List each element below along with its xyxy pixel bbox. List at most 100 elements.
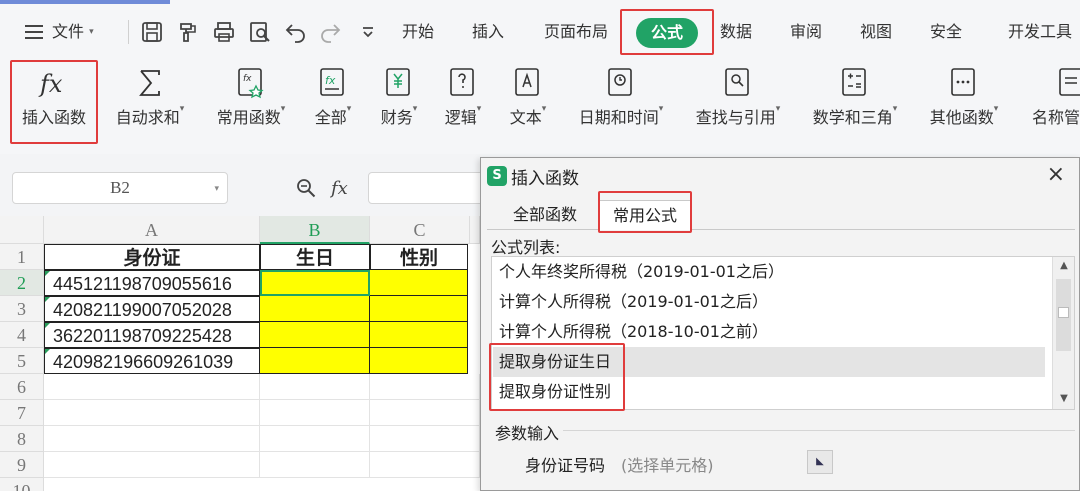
cell-b6[interactable] [260,374,370,400]
cell-c7[interactable] [370,400,480,426]
common-functions-button[interactable]: fx 常用函数▾ [206,62,296,154]
all-functions-icon: fx [316,66,350,100]
all-functions-button[interactable]: fx 全部▾ [306,62,360,154]
cell-a2[interactable]: 445121198709055616 [44,270,260,296]
cell-a3[interactable]: 420821199007052028 [44,296,260,322]
select-range-icon[interactable]: ◣ [807,450,833,474]
row-header-2[interactable]: 2 [0,270,44,296]
clock-book-icon [604,66,638,100]
window-accent-strip [0,0,170,4]
row-header-9[interactable]: 9 [0,452,44,478]
id-number-input[interactable]: (选择单元格) [621,452,714,476]
insert-function-button[interactable]: fx 插入函数 [12,62,96,154]
datetime-functions-button[interactable]: 日期和时间▾ [568,62,674,154]
list-item[interactable]: 提取身份证性别 [493,377,1045,407]
undo-icon[interactable] [284,20,308,44]
tab-start[interactable]: 开始 [402,18,434,46]
cell-c8[interactable] [370,426,480,452]
finance-functions-button[interactable]: 财务▾ [372,62,426,154]
file-menu[interactable]: 文件 ▾ [52,18,94,46]
cell-b3[interactable] [260,296,370,322]
column-header-c[interactable]: C [370,216,470,244]
column-header-d[interactable] [470,216,480,244]
list-item[interactable]: 计算个人所得税（2018-10-01之前） [493,317,1045,347]
spreadsheet-grid: A B C 1 2 3 4 5 6 7 8 9 10 身份证 生日 性别 445… [0,216,480,491]
logic-functions-button[interactable]: 逻辑▾ [436,62,490,154]
list-item-selected[interactable]: 提取身份证生日 [493,347,1045,377]
other-functions-button[interactable]: 其他函数▾ [920,62,1008,154]
dialog-tabs: 全部函数 常用公式 [487,196,1075,230]
name-manager-button[interactable]: 名称管 [1032,62,1080,154]
cell-c6[interactable] [370,374,480,400]
insert-function-dialog: S 插入函数 × 全部函数 常用公式 公式列表: 个人年终奖所得税（2019-0… [480,157,1080,491]
tab-formulas[interactable]: 公式 [636,18,698,48]
list-item[interactable]: 计算个人所得税（2019-01-01之后） [493,287,1045,317]
tab-page-layout[interactable]: 页面布局 [544,18,608,46]
fx-icon[interactable]: fx [329,176,354,200]
redo-icon[interactable] [318,20,342,44]
tab-insert[interactable]: 插入 [472,18,504,46]
name-box[interactable]: B2 ▾ [12,172,228,204]
cell-a7[interactable] [44,400,260,426]
tab-developer[interactable]: 开发工具 [1008,18,1072,46]
cell-c3[interactable] [370,296,468,322]
row-header-7[interactable]: 7 [0,400,44,426]
cell-b9[interactable] [260,452,370,478]
row-header-1[interactable]: 1 [0,244,44,270]
math-functions-button[interactable]: 数学和三角▾ [802,62,908,154]
print-preview-icon[interactable] [248,20,272,44]
save-icon[interactable] [140,20,164,44]
select-all-corner[interactable] [0,216,44,244]
tab-data[interactable]: 数据 [720,18,752,46]
dialog-title-bar[interactable]: S 插入函数 × [481,158,1079,194]
tab-view[interactable]: 视图 [860,18,892,46]
row-header-4[interactable]: 4 [0,322,44,348]
divider [128,20,129,44]
list-item[interactable]: 个人年终奖所得税（2019-01-01之后） [493,257,1045,287]
close-icon[interactable]: × [1047,162,1065,187]
cell-a5[interactable]: 420982196609261039 [44,348,260,374]
name-manager-icon [1055,66,1080,100]
row-header-10[interactable]: 10 [0,478,44,491]
row-header-5[interactable]: 5 [0,348,44,374]
cell-a4[interactable]: 362201198709225428 [44,322,260,348]
cell-a6[interactable] [44,374,260,400]
cell-b8[interactable] [260,426,370,452]
row-header-3[interactable]: 3 [0,296,44,322]
star-function-icon: fx [234,66,268,100]
cell-b5[interactable] [260,348,370,374]
list-scrollbar[interactable]: ▲ ▼ [1052,257,1074,409]
cell-c1[interactable]: 性别 [370,244,468,270]
format-painter-icon[interactable] [176,20,200,44]
row-header-6[interactable]: 6 [0,374,44,400]
column-header-a[interactable]: A [44,216,260,244]
lookup-functions-button[interactable]: 查找与引用▾ [686,62,790,154]
scroll-down-icon[interactable]: ▼ [1053,390,1075,408]
scroll-up-icon[interactable]: ▲ [1053,257,1075,275]
column-header-b[interactable]: B [260,216,370,244]
cell-c4[interactable] [370,322,468,348]
cell-c9[interactable] [370,452,480,478]
cell-a9[interactable] [44,452,260,478]
cell-a8[interactable] [44,426,260,452]
text-functions-button[interactable]: 文本▾ [500,62,556,154]
cell-c2[interactable] [370,270,468,296]
formula-input[interactable] [368,172,488,204]
quick-access-more-icon[interactable] [356,20,380,44]
row-header-8[interactable]: 8 [0,426,44,452]
tab-review[interactable]: 审阅 [790,18,822,46]
cell-b4[interactable] [260,322,370,348]
cell-b7[interactable] [260,400,370,426]
formula-list[interactable]: 个人年终奖所得税（2019-01-01之后） 计算个人所得税（2019-01-0… [491,256,1075,410]
hamburger-menu-icon[interactable] [22,20,46,44]
tab-common-formulas[interactable]: 常用公式 [599,200,691,230]
cell-b1[interactable]: 生日 [260,244,370,270]
cell-a1[interactable]: 身份证 [44,244,260,270]
cell-b2[interactable] [260,270,370,296]
cell-c5[interactable] [370,348,468,374]
tab-all-functions[interactable]: 全部函数 [495,200,595,230]
autosum-button[interactable]: 自动求和▾ [106,62,194,154]
zoom-search-icon[interactable] [294,176,318,200]
tab-security[interactable]: 安全 [930,18,962,46]
print-icon[interactable] [212,20,236,44]
